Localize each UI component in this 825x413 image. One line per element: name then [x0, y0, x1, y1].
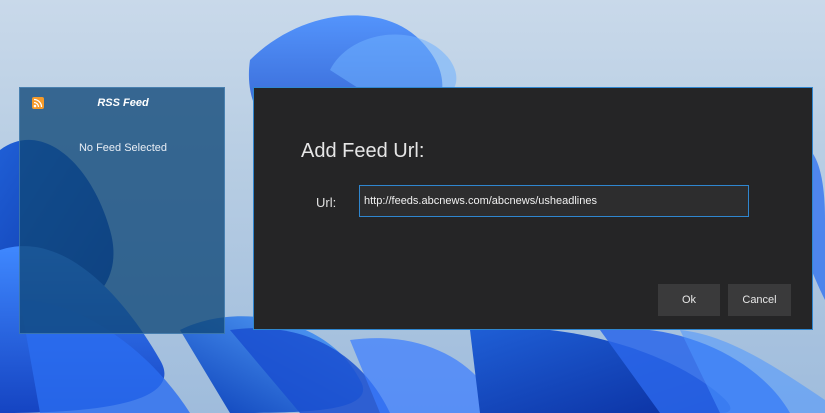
desktop: RSS Feed No Feed Selected Add Feed Url: … [0, 0, 825, 413]
rss-feed-widget: RSS Feed No Feed Selected [19, 87, 225, 334]
rss-widget-title: RSS Feed [97, 97, 149, 109]
url-input[interactable] [359, 185, 749, 217]
cancel-button[interactable]: Cancel [728, 284, 791, 316]
rss-feed-status: No Feed Selected [78, 142, 168, 154]
add-feed-dialog: Add Feed Url: Url: Ok Cancel [253, 87, 813, 330]
url-label: Url: [316, 195, 337, 210]
dialog-title: Add Feed Url: [301, 140, 425, 162]
ok-button[interactable]: Ok [658, 284, 720, 316]
